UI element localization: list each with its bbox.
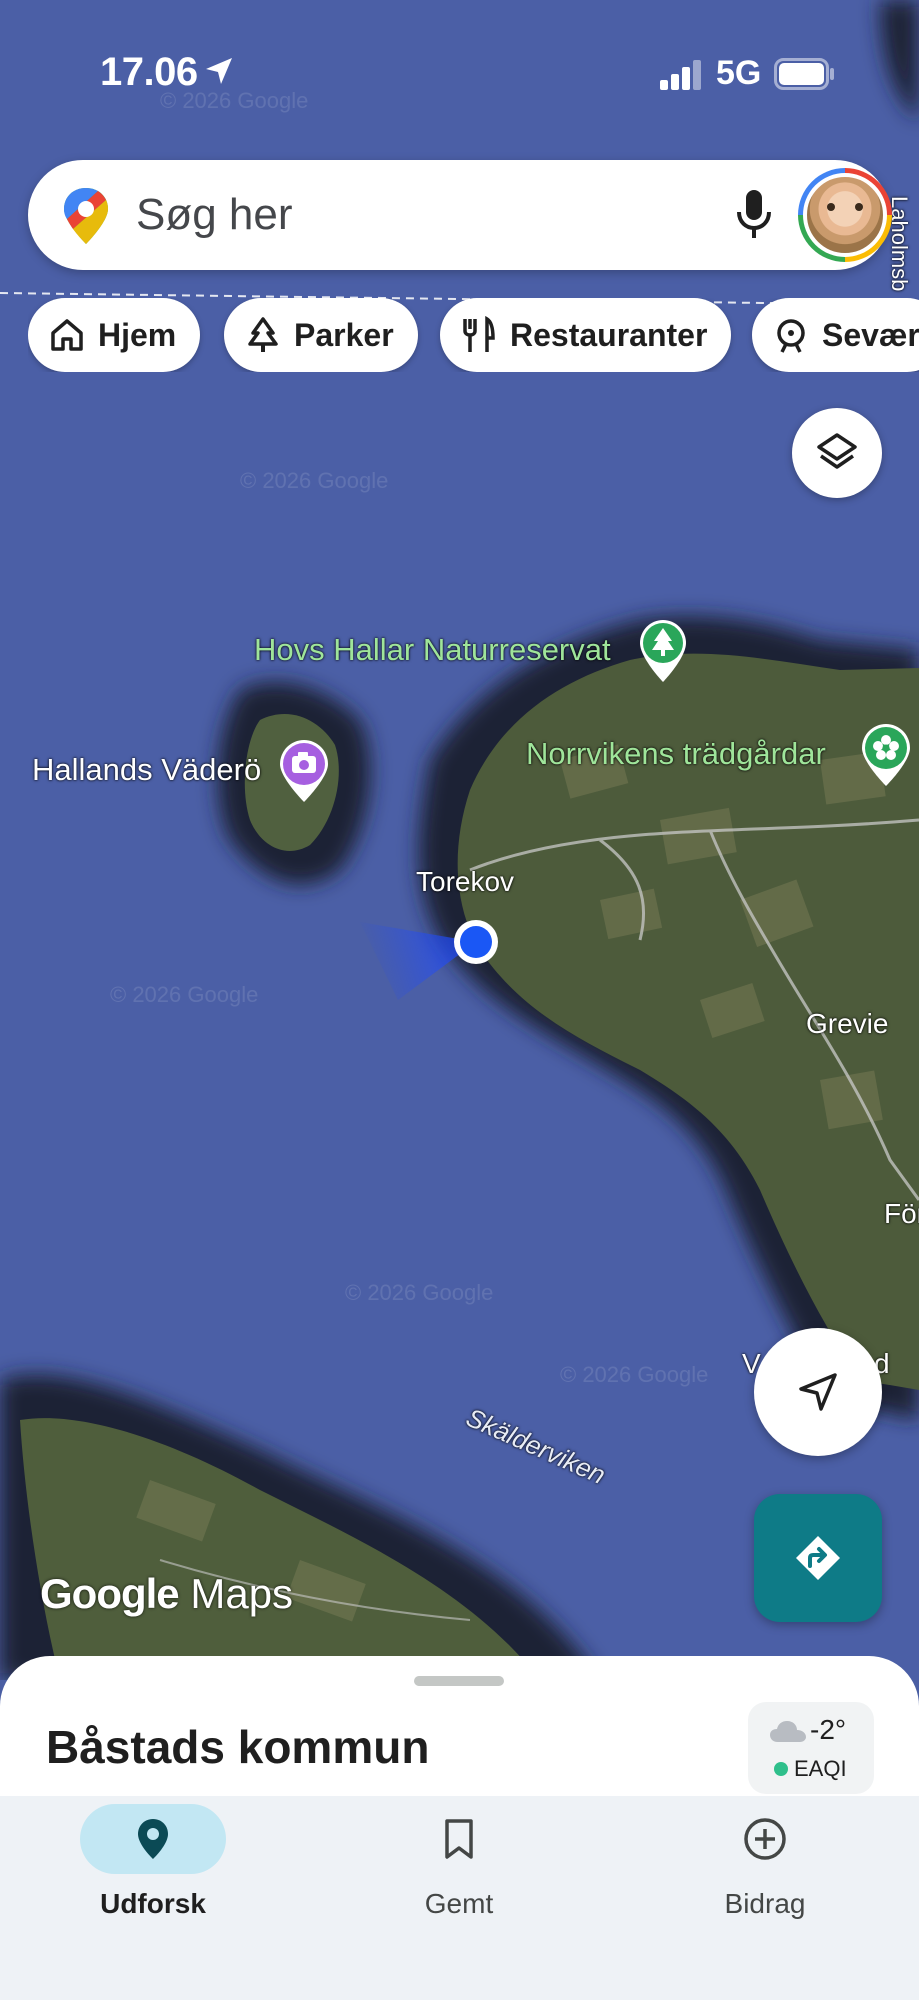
- tab-label: Gemt: [424, 1888, 494, 1919]
- park-marker-icon[interactable]: [636, 618, 690, 684]
- chip-home[interactable]: Hjem: [28, 298, 201, 372]
- map-label-grevie[interactable]: Grevie: [806, 1008, 888, 1040]
- camera-marker-icon[interactable]: [276, 738, 332, 804]
- avatar[interactable]: [798, 168, 892, 262]
- status-time: 17.06: [100, 50, 198, 94]
- my-location-button[interactable]: [754, 1328, 882, 1456]
- chip-restaurants[interactable]: Restauranter: [440, 298, 732, 372]
- tab-explore-indicator: [80, 1804, 226, 1874]
- map-label-hovs-hallar[interactable]: Hovs Hallar Naturreservat: [254, 632, 611, 668]
- tab-explore[interactable]: Udforsk: [53, 1804, 253, 1920]
- tab-saved[interactable]: Gemt: [359, 1804, 559, 1920]
- status-bar: 17.06 5G: [0, 0, 919, 150]
- chip-label: Hjem: [98, 316, 177, 353]
- tab-label: Udforsk: [100, 1888, 206, 1919]
- chip-label: Parker: [294, 316, 394, 353]
- tab-contribute[interactable]: Bidrag: [665, 1804, 865, 1920]
- cloud-icon: [770, 1721, 806, 1742]
- map-label-torekov[interactable]: Torekov: [416, 866, 514, 898]
- tree-icon: [248, 317, 278, 352]
- bottom-sheet[interactable]: Båstads kommun -2° EAQI: [0, 1656, 919, 1796]
- directions-icon: [796, 1536, 840, 1580]
- map-label-for[interactable]: För: [884, 1198, 919, 1230]
- search-input[interactable]: Søg her: [136, 190, 293, 240]
- signal-icon: [660, 60, 701, 90]
- chip-label: Sevær: [822, 316, 919, 353]
- network-type: 5G: [716, 54, 762, 92]
- sheet-title: Båstads kommun: [46, 1721, 430, 1773]
- navigation-arrow-icon: [799, 1373, 837, 1411]
- weather-chip[interactable]: -2° EAQI: [748, 1702, 874, 1794]
- sheet-drag-handle[interactable]: [414, 1676, 504, 1686]
- chip-parks[interactable]: Parker: [224, 298, 418, 372]
- svg-text:© 2026 Google: © 2026 Google: [345, 1280, 493, 1305]
- location-pin-icon: [138, 1819, 168, 1859]
- bottom-navigation: Udforsk Gemt Bidrag: [0, 1796, 919, 2000]
- directions-button[interactable]: [754, 1494, 882, 1622]
- svg-text:© 2026 Google: © 2026 Google: [110, 982, 258, 1007]
- map-label-hallands-vadero[interactable]: Hallands Väderö: [32, 752, 261, 788]
- attraction-icon: [777, 319, 805, 353]
- avatar-photo: [803, 173, 887, 257]
- category-chips: Hjem Parker Restauranter Sevær: [28, 298, 919, 372]
- location-arrow-icon: [206, 58, 232, 84]
- chip-attractions[interactable]: Sevær: [752, 298, 919, 372]
- add-circle-icon: [744, 1818, 786, 1860]
- battery-icon: [774, 58, 834, 90]
- svg-text:© 2026 Google: © 2026 Google: [240, 468, 388, 493]
- tab-saved-indicator: [386, 1804, 532, 1874]
- layers-icon: [817, 433, 857, 469]
- logo-google-text: Google: [40, 1570, 180, 1617]
- tab-label: Bidrag: [724, 1888, 806, 1919]
- map-layers-button[interactable]: [792, 408, 882, 498]
- home-icon: [51, 319, 83, 351]
- google-maps-logo: Google Maps: [40, 1570, 293, 1618]
- tab-contribute-indicator: [692, 1804, 838, 1874]
- map-label-norrvikens[interactable]: Norrvikens trädgårdar: [526, 736, 826, 772]
- google-maps-pin-icon: [64, 188, 108, 244]
- svg-text:© 2026 Google: © 2026 Google: [560, 1362, 708, 1387]
- air-quality-label: EAQI: [794, 1756, 847, 1781]
- fork-knife-icon: [463, 316, 495, 352]
- search-bar[interactable]: Søg her: [28, 160, 892, 270]
- logo-maps-text: Maps: [190, 1570, 294, 1617]
- air-quality-dot: [774, 1762, 788, 1776]
- garden-marker-icon[interactable]: [858, 722, 914, 788]
- microphone-icon[interactable]: [734, 188, 774, 242]
- chip-label: Restauranter: [510, 316, 708, 353]
- bookmark-icon: [445, 1819, 473, 1859]
- weather-temperature: -2°: [810, 1714, 847, 1745]
